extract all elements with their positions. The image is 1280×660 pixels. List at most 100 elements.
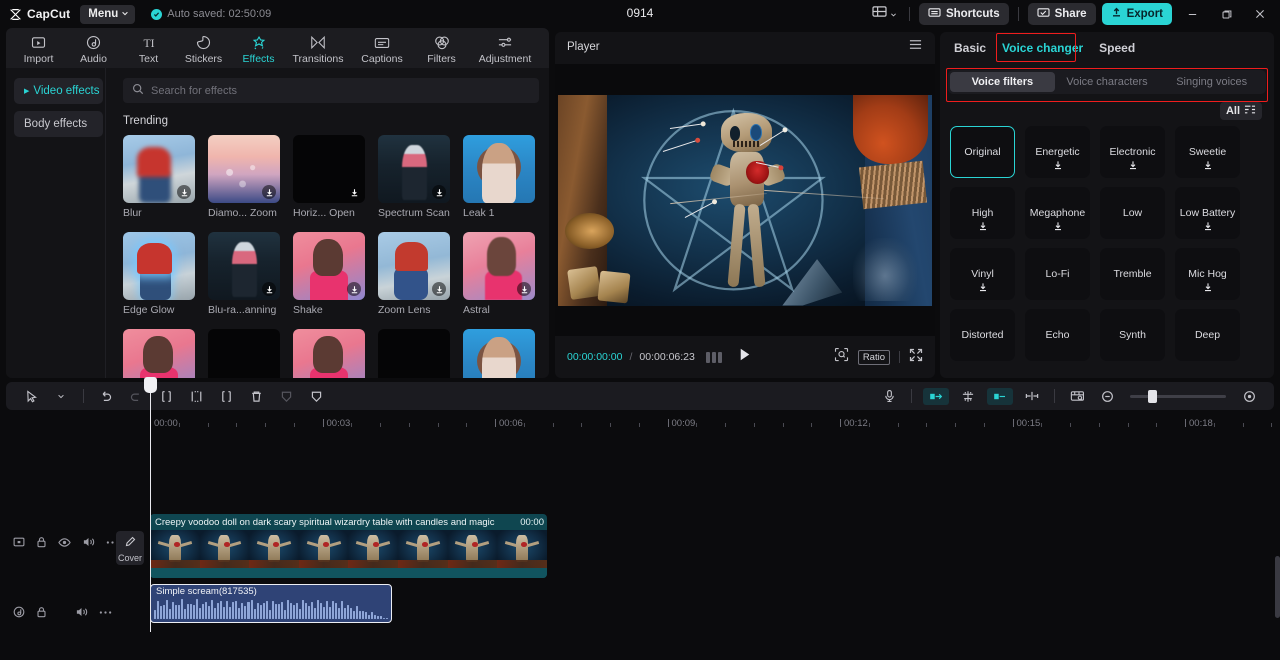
minimize-button[interactable] <box>1178 3 1206 25</box>
download-icon[interactable] <box>347 185 361 199</box>
tool-transitions[interactable]: Transitions <box>287 31 349 65</box>
tool-import[interactable]: Import <box>12 31 65 65</box>
voice-filter-sweetie[interactable]: Sweetie <box>1175 126 1240 178</box>
voice-filter-low-battery[interactable]: Low Battery <box>1175 187 1240 239</box>
delete-button[interactable] <box>241 382 271 410</box>
download-icon[interactable] <box>1203 157 1213 175</box>
voice-filter-low[interactable]: Low <box>1100 187 1165 239</box>
effect-item[interactable]: Astral <box>463 232 535 316</box>
auto-fill-button[interactable] <box>987 387 1013 405</box>
mute-icon[interactable] <box>82 536 95 548</box>
align-center-button[interactable] <box>953 382 983 410</box>
effect-thumbnail[interactable] <box>293 135 365 203</box>
export-button[interactable]: Export <box>1101 3 1172 25</box>
tool-filters[interactable]: Filters <box>415 31 468 65</box>
voice-filter-distorted[interactable]: Distorted <box>950 309 1015 361</box>
effect-item[interactable] <box>208 329 280 378</box>
download-icon[interactable] <box>978 218 988 236</box>
tab-speed[interactable]: Speed <box>1099 41 1135 55</box>
maximize-button[interactable] <box>1212 3 1240 25</box>
voice-filter-high[interactable]: High <box>950 187 1015 239</box>
download-icon[interactable] <box>432 185 446 199</box>
effect-thumbnail[interactable] <box>208 232 280 300</box>
cover-button[interactable]: Cover <box>116 531 144 565</box>
effect-item[interactable]: Spectrum Scan <box>378 135 450 219</box>
timeline-audio-clip[interactable]: Simple scream(817535) <box>150 584 392 623</box>
effect-item[interactable]: Leak 1 <box>463 135 535 219</box>
effect-item[interactable]: Horiz... Open <box>293 135 365 219</box>
effect-thumbnail[interactable] <box>123 329 195 378</box>
layout-button[interactable] <box>869 2 900 26</box>
all-filter-button[interactable]: All <box>1219 102 1262 120</box>
voice-filter-mic-hog[interactable]: Mic Hog <box>1175 248 1240 300</box>
microphone-button[interactable] <box>874 382 904 410</box>
search-bar[interactable] <box>123 78 539 103</box>
download-icon[interactable] <box>978 279 988 297</box>
tool-captions[interactable]: Captions <box>351 31 413 65</box>
effect-thumbnail[interactable] <box>378 135 450 203</box>
voice-filter-energetic[interactable]: Energetic <box>1025 126 1090 178</box>
lock-icon[interactable] <box>36 536 47 548</box>
effect-item[interactable]: Shake <box>293 232 365 316</box>
segment-voice-filters[interactable]: Voice filters <box>950 72 1055 92</box>
search-input[interactable] <box>151 84 530 97</box>
download-icon[interactable] <box>1053 218 1063 236</box>
zoom-in-button[interactable] <box>1234 382 1264 410</box>
effect-thumbnail[interactable] <box>378 232 450 300</box>
voice-filter-synth[interactable]: Synth <box>1100 309 1165 361</box>
effect-thumbnail[interactable] <box>208 135 280 203</box>
download-icon[interactable] <box>1203 218 1213 236</box>
close-button[interactable] <box>1246 3 1274 25</box>
trim-left-button[interactable] <box>181 382 211 410</box>
play-button[interactable] <box>738 347 753 367</box>
download-icon[interactable] <box>1053 157 1063 175</box>
video-preview[interactable] <box>558 94 932 306</box>
voice-filter-vinyl[interactable]: Vinyl <box>950 248 1015 300</box>
auto-snap-button[interactable] <box>923 387 949 405</box>
share-button[interactable]: Share <box>1027 3 1096 25</box>
effect-thumbnail[interactable] <box>293 232 365 300</box>
tool-adjustment[interactable]: Adjustment <box>470 31 540 65</box>
track-more-icon[interactable] <box>99 610 112 615</box>
effect-thumbnail[interactable] <box>463 329 535 378</box>
mute-icon[interactable] <box>75 606 88 618</box>
tool-stickers[interactable]: Stickers <box>177 31 230 65</box>
voice-filter-deep[interactable]: Deep <box>1175 309 1240 361</box>
trim-right-button[interactable] <box>211 382 241 410</box>
effect-thumbnail[interactable] <box>123 232 195 300</box>
menu-button[interactable]: Menu <box>80 4 136 24</box>
tool-text[interactable]: TI Text <box>122 31 175 65</box>
voice-filter-echo[interactable]: Echo <box>1025 309 1090 361</box>
track-thumbnail-icon[interactable] <box>13 536 25 548</box>
segment-voice-characters[interactable]: Voice characters <box>1055 72 1160 92</box>
effect-item[interactable] <box>293 329 365 378</box>
effect-item[interactable] <box>123 329 195 378</box>
zoom-out-button[interactable] <box>1092 382 1122 410</box>
lock-icon[interactable] <box>36 606 47 618</box>
visibility-icon[interactable] <box>58 537 71 548</box>
download-icon[interactable] <box>262 282 276 296</box>
timeline-scrollbar[interactable] <box>1275 556 1280 618</box>
tool-audio[interactable]: Audio <box>67 31 120 65</box>
tool-effects[interactable]: Effects <box>232 31 285 65</box>
thumbnail-preview-button[interactable] <box>1062 382 1092 410</box>
select-tool-dropdown-icon[interactable] <box>46 382 76 410</box>
effect-thumbnail[interactable] <box>378 329 450 378</box>
download-icon[interactable] <box>1128 157 1138 175</box>
download-icon[interactable] <box>262 185 276 199</box>
effect-item[interactable]: Zoom Lens <box>378 232 450 316</box>
effect-thumbnail[interactable] <box>293 329 365 378</box>
download-icon[interactable] <box>347 282 361 296</box>
shortcuts-button[interactable]: Shortcuts <box>918 3 1009 25</box>
split-screen-button[interactable] <box>1017 382 1047 410</box>
sidebar-item-video-effects[interactable]: ▶ Video effects <box>14 78 103 104</box>
download-icon[interactable] <box>1203 279 1213 297</box>
frame-view-icon[interactable] <box>705 351 722 363</box>
tab-basic[interactable]: Basic <box>954 41 986 55</box>
effect-thumbnail[interactable] <box>123 135 195 203</box>
player-menu-icon[interactable] <box>908 38 923 56</box>
download-icon[interactable] <box>432 282 446 296</box>
effect-item[interactable] <box>463 329 535 378</box>
effect-item[interactable]: Blu-ra...anning <box>208 232 280 316</box>
effect-thumbnail[interactable] <box>208 329 280 378</box>
